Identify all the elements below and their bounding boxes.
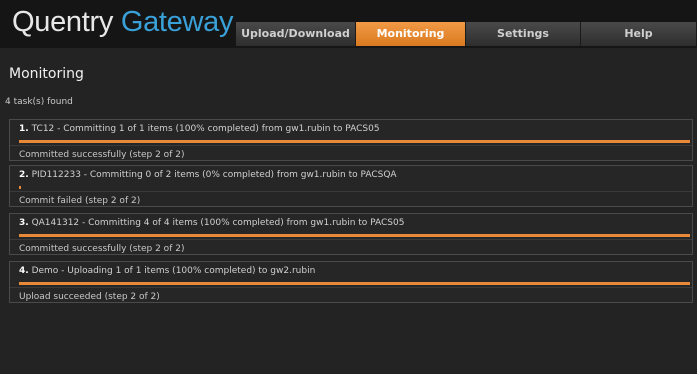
task-description: 4. Demo - Uploading 1 of 1 items (100% c… — [19, 266, 315, 276]
task-text: QA141312 - Committing 4 of 4 items (100%… — [31, 218, 405, 228]
task-text: Demo - Uploading 1 of 1 items (100% comp… — [31, 266, 316, 276]
task-status: Upload succeeded (step 2 of 2) — [19, 292, 160, 302]
progress-bar — [19, 140, 690, 143]
progress-fill — [19, 234, 690, 237]
divider — [10, 287, 692, 288]
progress-bar — [19, 186, 690, 189]
task-status: Committed successfully (step 2 of 2) — [19, 244, 185, 254]
task-description: 1. TC12 - Committing 1 of 1 items (100% … — [19, 124, 380, 134]
progress-bar — [19, 282, 690, 285]
task-status: Commit failed (step 2 of 2) — [19, 196, 141, 206]
divider — [10, 191, 692, 192]
tab-upload-download[interactable]: Upload/Download — [236, 22, 356, 46]
task-description: 2. PID112233 - Committing 0 of 2 items (… — [19, 170, 397, 180]
tab-settings[interactable]: Settings — [466, 22, 581, 46]
divider — [10, 239, 692, 240]
task-card: 3. QA141312 - Committing 4 of 4 items (1… — [9, 213, 693, 255]
task-number: 3. — [19, 218, 29, 228]
task-count: 4 task(s) found — [5, 97, 73, 107]
tab-monitoring[interactable]: Monitoring — [356, 22, 466, 46]
task-card: 4. Demo - Uploading 1 of 1 items (100% c… — [9, 261, 693, 303]
progress-fill — [19, 186, 21, 189]
page-title: Monitoring — [9, 66, 84, 82]
divider — [10, 145, 692, 146]
main-content: Monitoring 4 task(s) found 1. TC12 - Com… — [0, 48, 697, 374]
header: Quentry Gateway Upload/Download Monitori… — [0, 0, 697, 48]
task-status: Committed successfully (step 2 of 2) — [19, 150, 185, 160]
progress-fill — [19, 140, 690, 143]
task-text: PID112233 - Committing 0 of 2 items (0% … — [31, 170, 397, 180]
task-number: 2. — [19, 170, 29, 180]
task-card: 1. TC12 - Committing 1 of 1 items (100% … — [9, 119, 693, 161]
logo-word-1: Quentry — [12, 6, 114, 38]
logo-word-2: Gateway — [120, 6, 234, 38]
task-description: 3. QA141312 - Committing 4 of 4 items (1… — [19, 218, 404, 228]
task-card: 2. PID112233 - Committing 0 of 2 items (… — [9, 165, 693, 207]
task-text: TC12 - Committing 1 of 1 items (100% com… — [31, 124, 380, 134]
progress-fill — [19, 282, 690, 285]
progress-bar — [19, 234, 690, 237]
task-number: 1. — [19, 124, 29, 134]
main-nav: Upload/Download Monitoring Settings Help — [236, 22, 697, 46]
tab-help[interactable]: Help — [581, 22, 697, 46]
app-logo: Quentry Gateway — [12, 6, 233, 38]
task-number: 4. — [19, 266, 29, 276]
